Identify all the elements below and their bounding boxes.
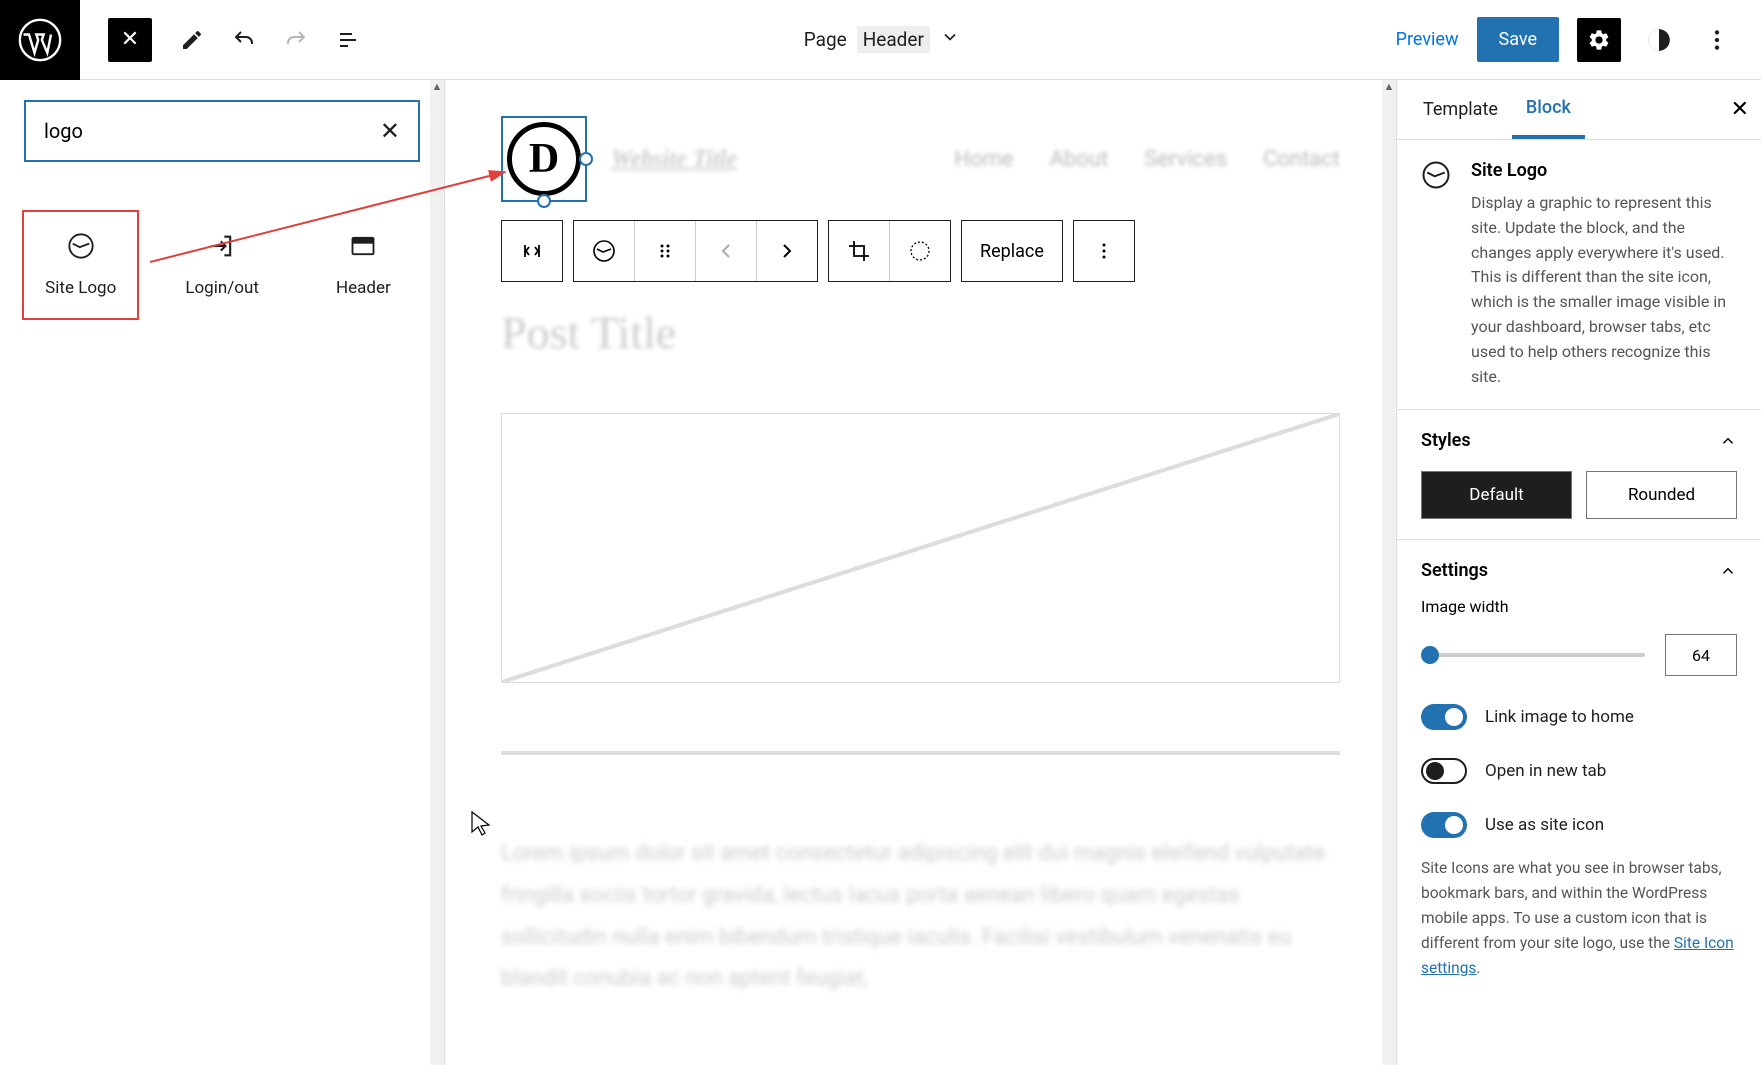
crop-button[interactable] [829, 221, 890, 281]
block-inserter-panel: ✕ Site Logo Login/out Header ▲ [0, 80, 445, 1065]
nav-link[interactable]: About [1050, 147, 1109, 172]
close-inserter-button[interactable]: ✕ [108, 18, 152, 62]
block-search-input[interactable]: ✕ [24, 100, 420, 162]
image-width-input[interactable] [1665, 634, 1737, 676]
image-width-label: Image width [1421, 597, 1737, 616]
document-title[interactable]: Page Header [804, 26, 960, 53]
chevron-up-icon [1719, 432, 1737, 450]
block-description: Display a graphic to represent this site… [1471, 191, 1737, 389]
resize-handle-right[interactable] [579, 152, 593, 166]
block-name: Site Logo [1471, 160, 1737, 181]
image-width-slider[interactable] [1421, 653, 1645, 657]
replace-button[interactable]: Replace [962, 221, 1062, 281]
logo-image: D [507, 122, 581, 196]
nav-link[interactable]: Services [1144, 147, 1227, 172]
settings-panel-toggle[interactable]: Settings [1421, 560, 1737, 581]
image-placeholder[interactable] [501, 413, 1340, 683]
block-label: Login/out [185, 278, 259, 298]
clear-search-icon[interactable]: ✕ [380, 117, 400, 145]
new-tab-label: Open in new tab [1485, 761, 1606, 781]
global-styles-button[interactable] [1639, 20, 1679, 60]
redo-icon[interactable] [276, 20, 316, 60]
resize-handle-bottom[interactable] [537, 194, 551, 208]
nav-link[interactable]: Home [954, 147, 1013, 172]
canvas-scrollbar[interactable]: ▲ [1382, 80, 1396, 1065]
link-home-label: Link image to home [1485, 707, 1634, 727]
top-toolbar: ✕ Page Header Preview Save [0, 0, 1761, 80]
site-logo-icon [1421, 160, 1451, 190]
block-type-button[interactable] [574, 221, 635, 281]
block-item-site-logo[interactable]: Site Logo [22, 210, 139, 320]
use-site-icon-label: Use as site icon [1485, 815, 1604, 835]
page-label: Page [804, 28, 847, 51]
site-title-block[interactable]: Website Title [611, 146, 737, 173]
new-tab-toggle[interactable] [1421, 758, 1467, 784]
wordpress-logo[interactable] [0, 0, 80, 80]
use-site-icon-toggle[interactable] [1421, 812, 1467, 838]
nav-link[interactable]: Contact [1263, 147, 1340, 172]
more-options-button[interactable] [1074, 221, 1134, 281]
block-toolbar: Replace [501, 220, 1340, 282]
navigation-block[interactable]: Home About Services Contact [954, 147, 1340, 172]
move-right-button[interactable] [757, 221, 817, 281]
chevron-down-icon [940, 27, 960, 52]
duotone-button[interactable] [890, 221, 950, 281]
search-field[interactable] [44, 119, 380, 143]
edit-icon[interactable] [172, 20, 212, 60]
tab-template[interactable]: Template [1409, 80, 1512, 139]
save-button[interactable]: Save [1477, 17, 1560, 62]
move-left-button[interactable] [696, 221, 757, 281]
more-menu-button[interactable] [1697, 20, 1737, 60]
style-default-button[interactable]: Default [1421, 471, 1572, 519]
list-view-icon[interactable] [328, 20, 368, 60]
settings-panel: Settings Image width Link image to home … [1397, 539, 1761, 1000]
settings-sidebar: Template Block ✕ Site Logo Display a gra… [1396, 80, 1761, 1065]
block-item-header[interactable]: Header [305, 210, 422, 320]
template-part-label: Header [857, 26, 930, 53]
close-sidebar-icon[interactable]: ✕ [1731, 97, 1749, 122]
block-label: Header [336, 278, 391, 298]
block-item-login-out[interactable]: Login/out [163, 210, 280, 320]
select-parent-button[interactable] [502, 221, 562, 281]
post-title-block[interactable]: Post Title [501, 306, 1340, 359]
site-icon-help-text: Site Icons are what you see in browser t… [1421, 856, 1737, 980]
editor-canvas[interactable]: D Website Title Home About Services Cont… [445, 80, 1396, 1065]
paragraph-block[interactable]: Lorem ipsum dolor sit amet consectetur a… [501, 833, 1340, 1000]
site-logo-block[interactable]: D [501, 116, 587, 202]
inserter-scrollbar[interactable]: ▲ [430, 80, 444, 1065]
chevron-up-icon [1719, 562, 1737, 580]
styles-panel-toggle[interactable]: Styles [1421, 430, 1737, 451]
undo-icon[interactable] [224, 20, 264, 60]
style-rounded-button[interactable]: Rounded [1586, 471, 1737, 519]
settings-button[interactable] [1577, 18, 1621, 62]
drag-handle-icon[interactable] [635, 221, 696, 281]
preview-button[interactable]: Preview [1396, 29, 1459, 50]
styles-panel: Styles Default Rounded [1397, 409, 1761, 539]
link-home-toggle[interactable] [1421, 704, 1467, 730]
block-label: Site Logo [45, 278, 116, 298]
tab-block[interactable]: Block [1512, 80, 1585, 139]
separator-block[interactable] [501, 751, 1340, 755]
